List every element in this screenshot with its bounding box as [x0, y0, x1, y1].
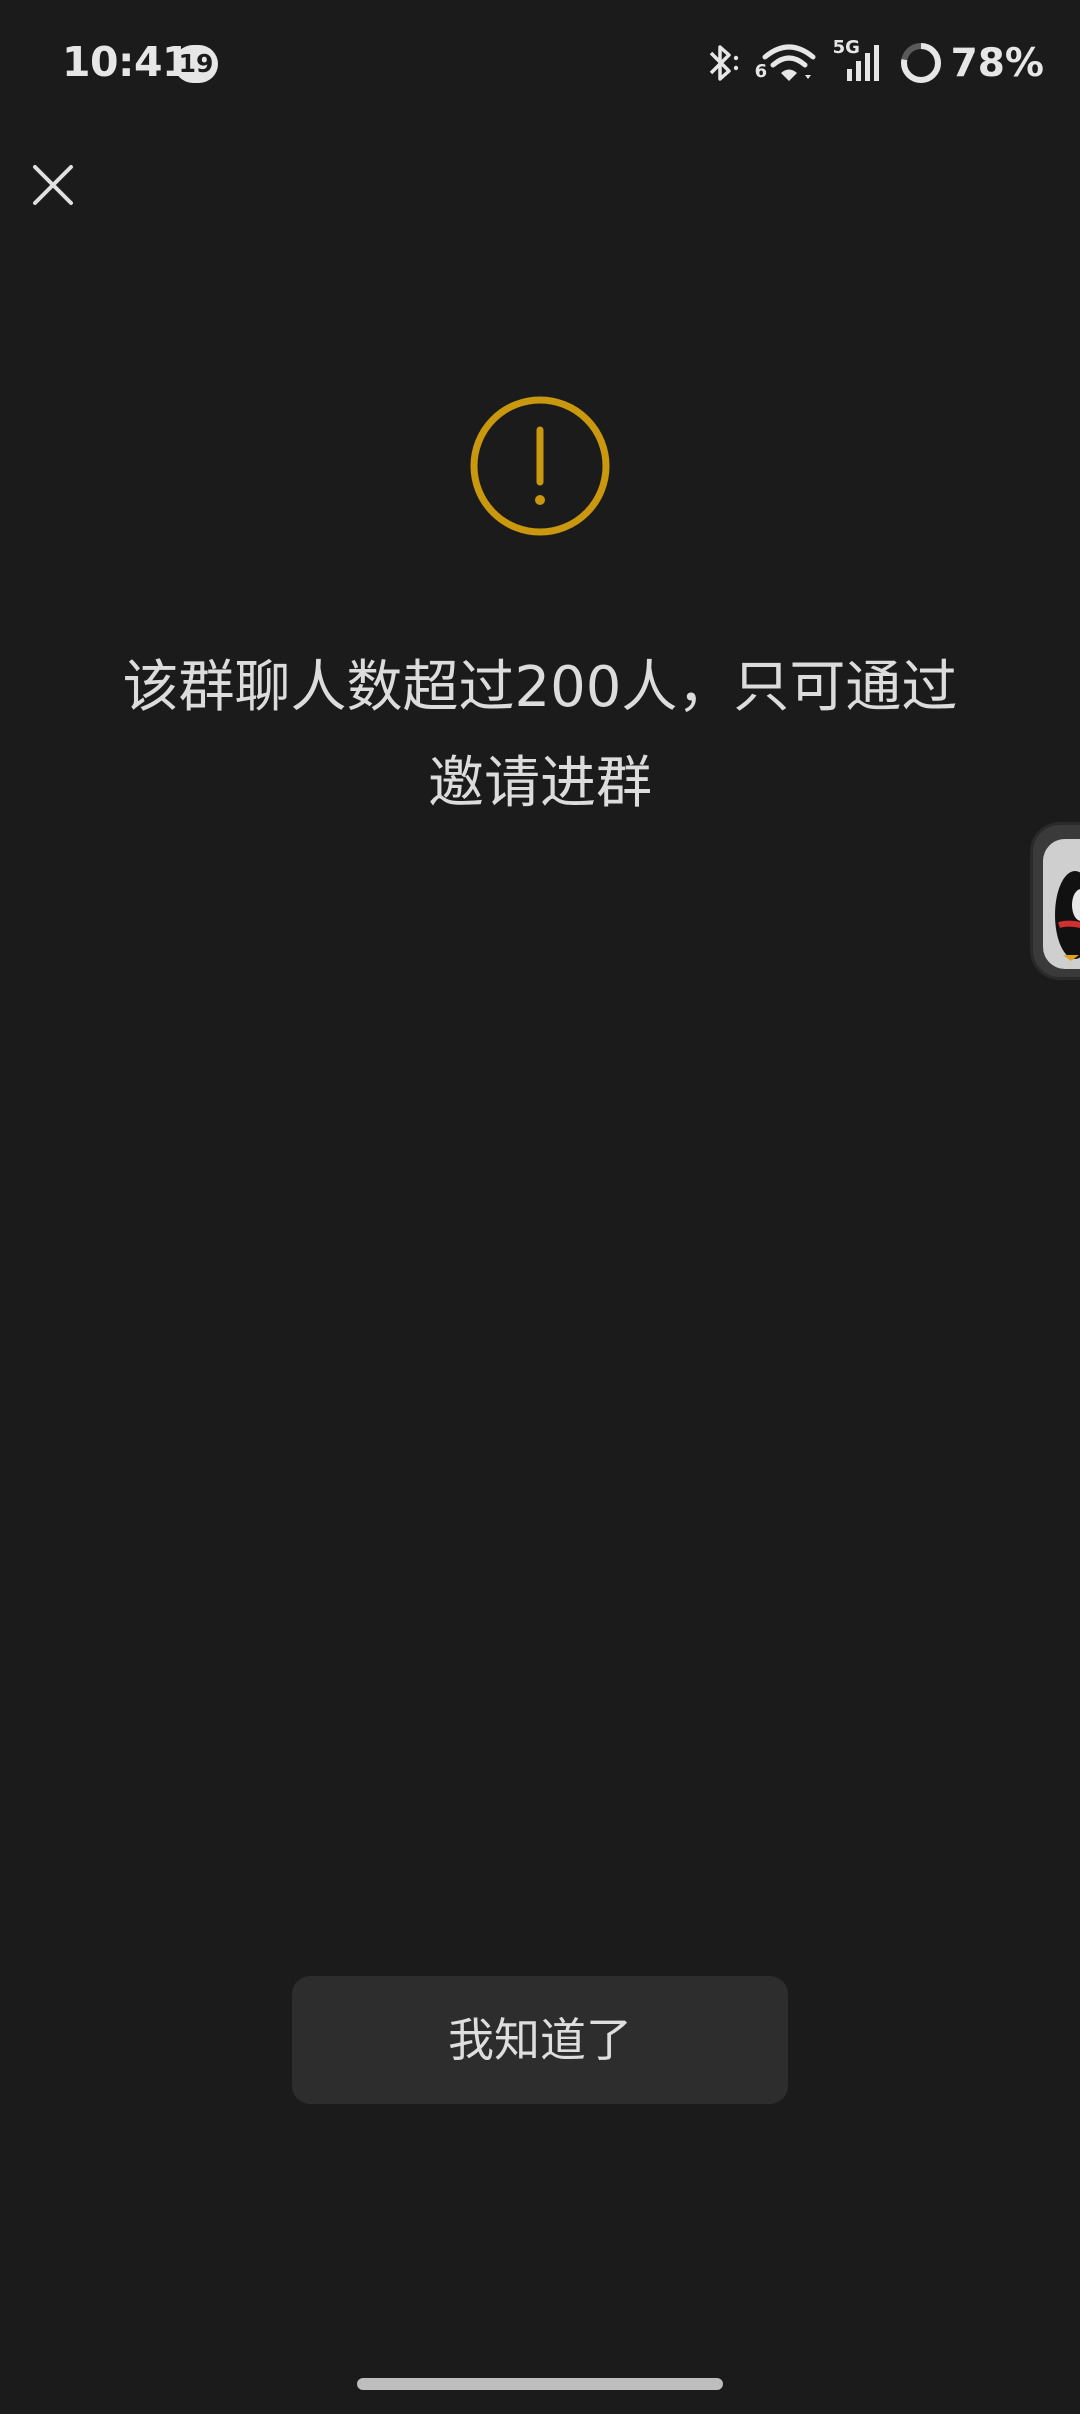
message-line-2: 邀请进群: [428, 751, 652, 816]
home-indicator[interactable]: [357, 2378, 723, 2390]
wifi-label: 6: [754, 61, 768, 82]
group-join-limit-screen: 10:41 19 6 5G 78% 该群聊人数超过200人，只可通过 邀请进群 …: [0, 0, 1080, 2414]
battery-percent: 78%: [950, 40, 1044, 86]
status-bar: 10:41 19 6 5G 78%: [0, 0, 1080, 130]
notification-count-badge: 19: [174, 45, 218, 83]
got-it-button[interactable]: 我知道了: [292, 1976, 788, 2104]
warning-icon: [468, 394, 612, 538]
close-icon: [33, 165, 73, 205]
status-icons: 6 5G 78%: [703, 37, 1044, 88]
message-line-1: 该群聊人数超过200人，只可通过: [122, 655, 958, 720]
battery-ring-icon: [899, 41, 943, 85]
limit-message: 该群聊人数超过200人，只可通过 邀请进群: [90, 640, 990, 832]
penguin-avatar-icon: [1043, 839, 1080, 969]
wifi-icon: 6: [755, 41, 819, 85]
close-button[interactable]: [28, 160, 78, 210]
floating-side-widget[interactable]: [1030, 822, 1080, 980]
bluetooth-icon: [703, 41, 741, 85]
signal-icon: 5G: [833, 37, 883, 85]
network-label: 5G: [832, 37, 860, 58]
status-time: 10:41: [62, 38, 191, 86]
